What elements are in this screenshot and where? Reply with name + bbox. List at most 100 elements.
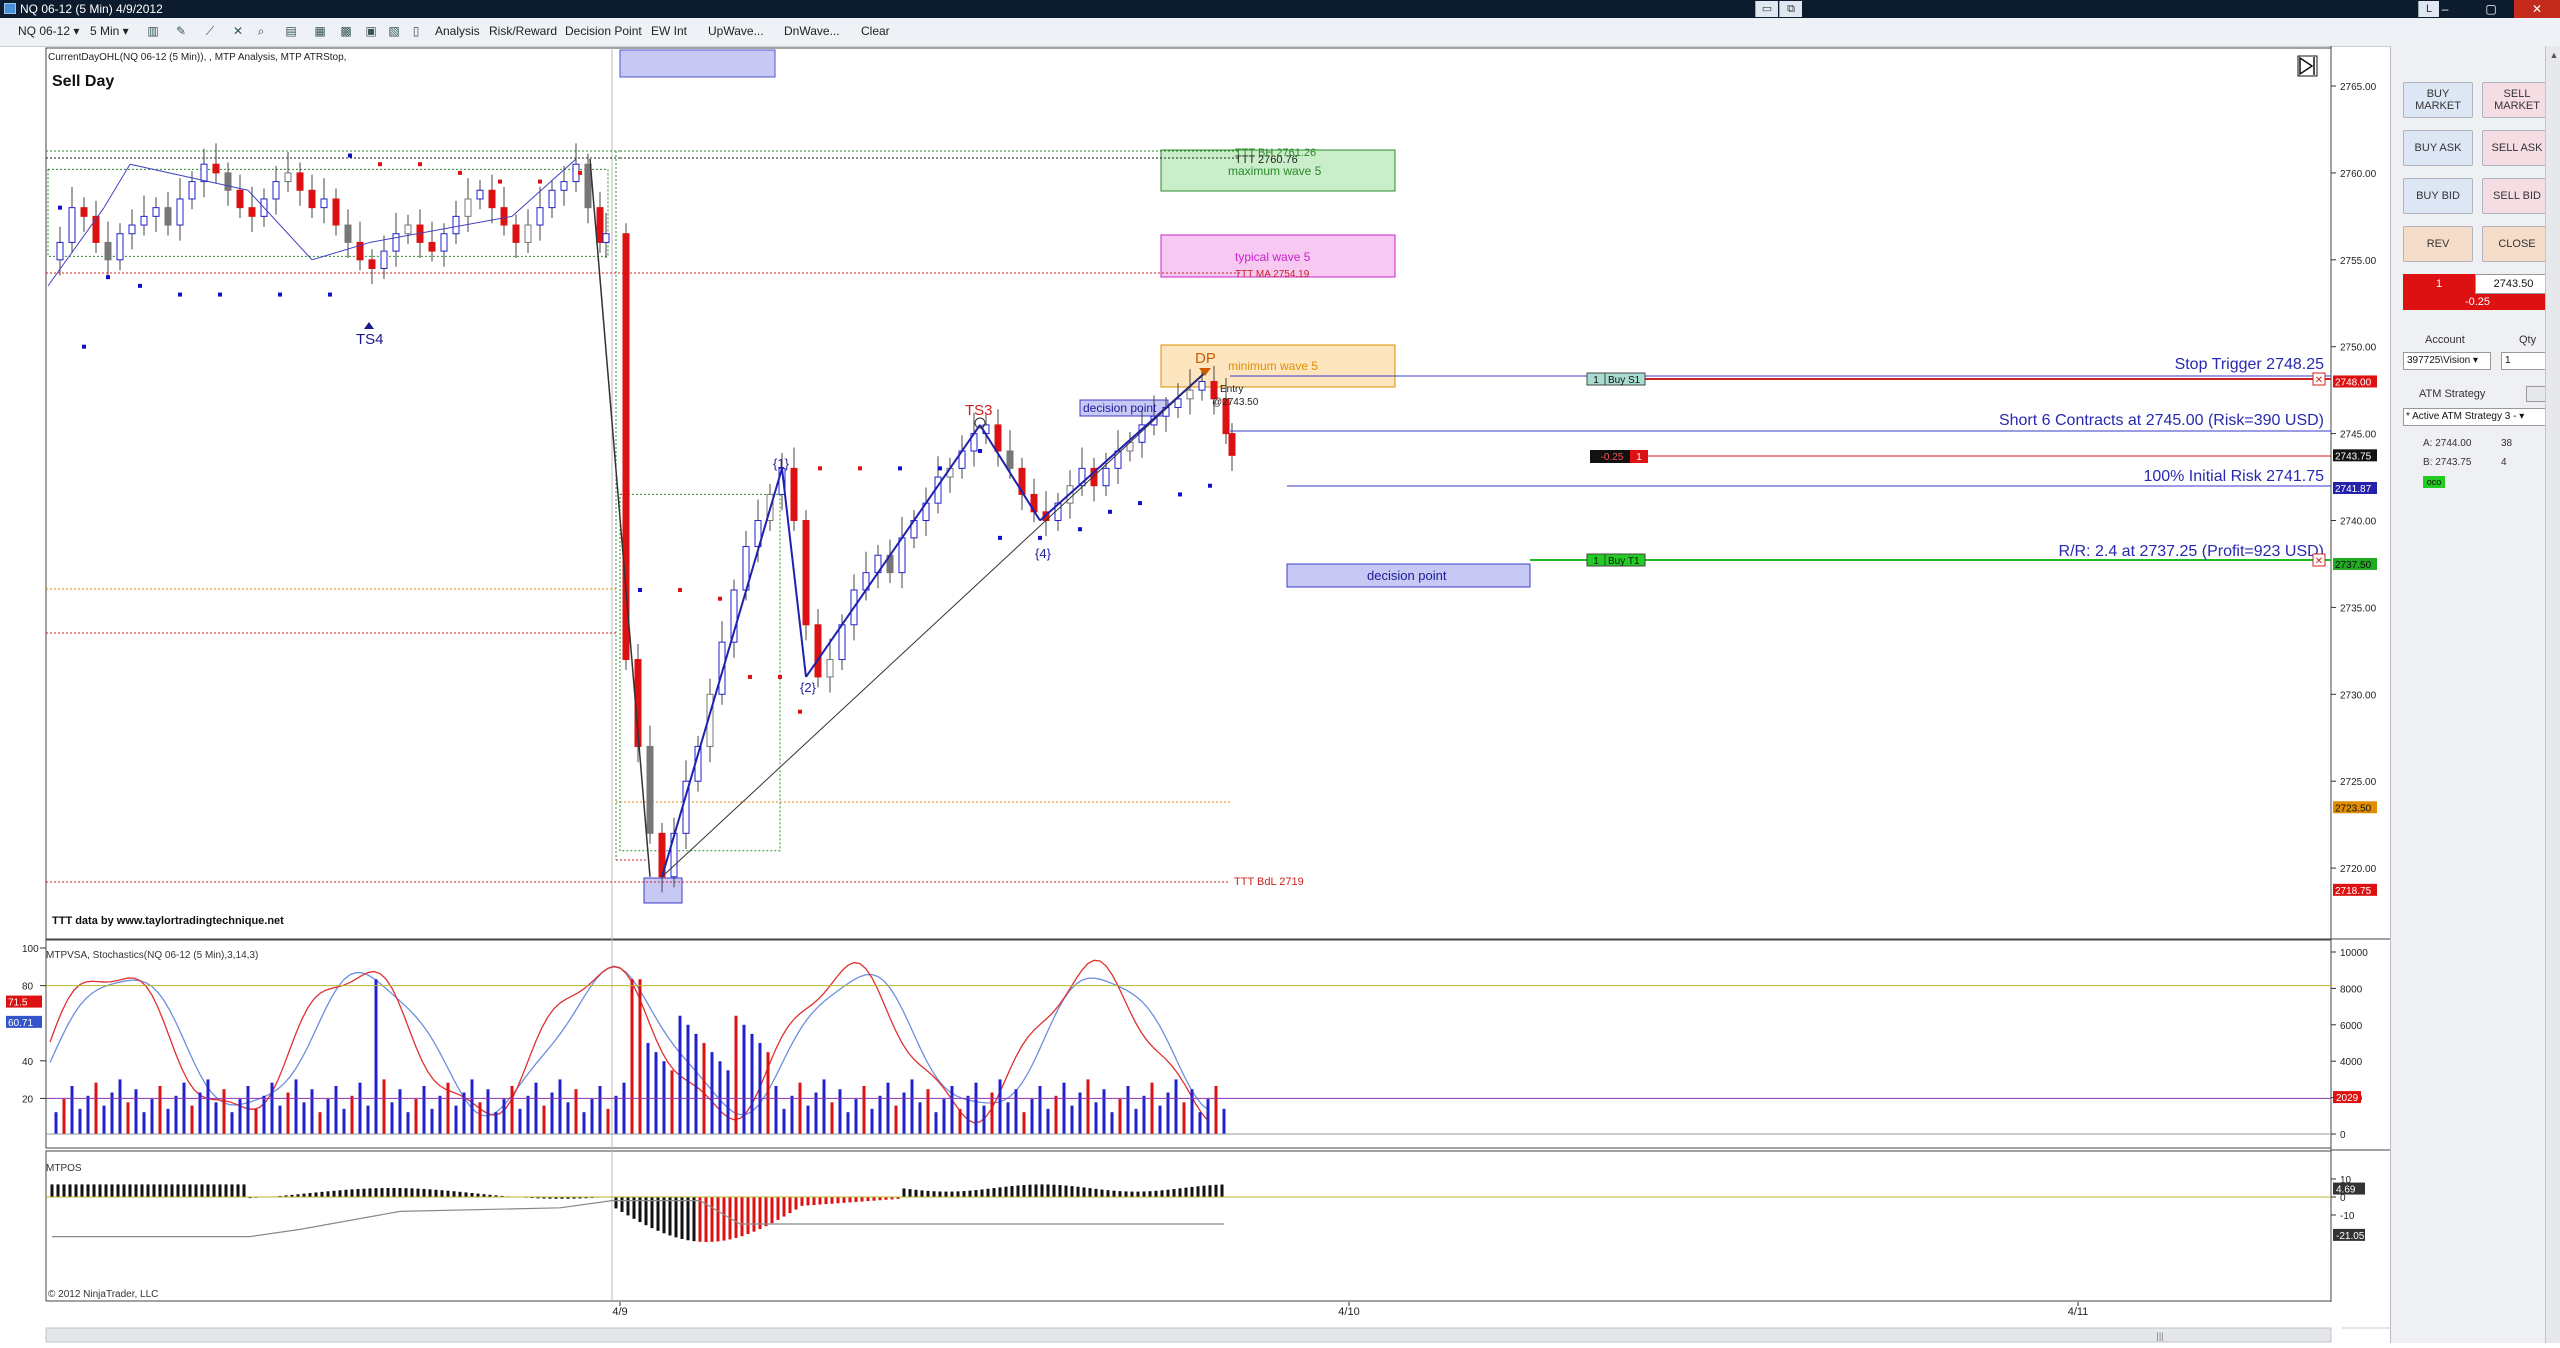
- toolbar-upwave[interactable]: UpWave...: [708, 24, 764, 38]
- window-title: NQ 06-12 (5 Min) 4/9/2012: [20, 2, 163, 16]
- candle-body: [212, 163, 220, 174]
- cancel-target-glyph: ✕: [2315, 556, 2323, 567]
- candle-body: [802, 520, 810, 626]
- sell-day-label: Sell Day: [52, 73, 114, 90]
- atr-stop-dot: [818, 466, 822, 471]
- bar-type-icon[interactable]: ▥: [145, 23, 161, 39]
- maximize-button[interactable]: ▢: [2468, 0, 2514, 18]
- snapshot-icon[interactable]: ▯: [408, 23, 424, 39]
- stoch-axis-label: 80: [22, 982, 34, 993]
- chart-trader-icon[interactable]: ▧: [386, 23, 402, 39]
- sell-ask-button[interactable]: SELL ASK: [2482, 130, 2552, 166]
- interval-selector[interactable]: 5 Min ▾: [90, 24, 129, 38]
- candle-body: [392, 233, 400, 252]
- candle-body: [1198, 380, 1206, 391]
- scroll-up-icon[interactable]: ▲: [2546, 50, 2560, 60]
- toolbar-analysis[interactable]: Analysis: [435, 24, 480, 38]
- toolbar-decision-point[interactable]: Decision Point: [565, 24, 642, 38]
- chart-toolbar: NQ 06-12 ▾ 5 Min ▾ ▥ ✎ ⟋ ✕ ⌕ ▤ ▦ ▩ ▣ ▧ ▯…: [0, 18, 2560, 47]
- buy-bid-button[interactable]: BUY BID: [2403, 178, 2473, 214]
- candle-body: [1186, 389, 1194, 400]
- candle-body: [826, 659, 834, 678]
- price-tag-stop-text: 2748.00: [2335, 377, 2372, 388]
- candle-body: [1126, 441, 1134, 452]
- chart-area[interactable]: CurrentDayOHL(NQ 06-12 (5 Min)), , MTP A…: [0, 46, 2390, 1343]
- osc-axis-label: -10: [2340, 1211, 2355, 1222]
- candle-body: [92, 215, 100, 243]
- price-label: 2735.00: [2340, 603, 2377, 614]
- atr-stop-dot: [498, 179, 502, 184]
- atr-stop-dot: [578, 170, 582, 175]
- target-order-qty: 1: [1593, 556, 1599, 567]
- max-wave5-label: maximum wave 5: [1228, 164, 1322, 178]
- atr-stop-dot: [998, 535, 1002, 540]
- reverse-button[interactable]: REV: [2403, 226, 2473, 262]
- time-label-0: 4/9: [612, 1306, 627, 1318]
- candle-body: [814, 624, 822, 678]
- candle-body: [596, 207, 604, 243]
- indicators-icon[interactable]: ▦: [312, 23, 328, 39]
- side-scrollbar[interactable]: ▲: [2545, 46, 2560, 1343]
- close-position-button[interactable]: CLOSE: [2482, 226, 2552, 262]
- atr-stop-dot: [858, 466, 862, 471]
- wave1-label: {1}: [773, 456, 790, 471]
- atr-stop-dot: [1038, 535, 1042, 540]
- close-window-button[interactable]: ✕: [2514, 0, 2560, 18]
- stoch-axis-label: 20: [22, 1094, 34, 1105]
- candle-body: [548, 189, 556, 209]
- atm-strategy-value: * Active ATM Strategy 3 -: [2406, 411, 2520, 422]
- osc-tag-text: 4.69: [2336, 1185, 2356, 1196]
- wave2-label: {2}: [800, 680, 817, 695]
- account-select[interactable]: 397725\Vision ▾: [2403, 352, 2491, 370]
- price-chart[interactable]: CurrentDayOHL(NQ 06-12 (5 Min)), , MTP A…: [0, 46, 2390, 1343]
- account-value: 397725\Vision: [2407, 355, 2471, 366]
- ts3-label: TS3: [965, 402, 993, 419]
- atr-stop-dot: [1078, 527, 1082, 532]
- drawing-tools-icon[interactable]: ⟋: [202, 23, 218, 39]
- stoch-tag-text: 60.71: [8, 1018, 33, 1029]
- volume-axis-label: 6000: [2340, 1021, 2363, 1032]
- price-tag-bdl-text: 2718.75: [2335, 886, 2372, 897]
- zoom-icon[interactable]: ⌕: [253, 23, 269, 39]
- candle-body: [80, 207, 88, 217]
- buy-ask-button[interactable]: BUY ASK: [2403, 130, 2473, 166]
- crosshair-icon[interactable]: ✕: [230, 23, 246, 39]
- oco-toggle[interactable]: oco: [2423, 476, 2445, 488]
- instrument-selector[interactable]: NQ 06-12 ▾: [18, 24, 79, 38]
- volume-tag-text: 2029: [2336, 1093, 2359, 1104]
- candle-body: [224, 172, 232, 191]
- horizontal-scrollbar[interactable]: [45, 1327, 2332, 1343]
- toolbar-clear[interactable]: Clear: [861, 24, 890, 38]
- sell-market-button[interactable]: SELL MARKET: [2482, 82, 2552, 118]
- chart-trader-panel: BUY MARKET SELL MARKET BUY ASK SELL ASK …: [2390, 46, 2560, 1343]
- volume-axis-label: 4000: [2340, 1057, 2363, 1068]
- stoch-tag-text: 71.5: [8, 998, 28, 1009]
- price-tags: 2748.00 2743.75 2741.87 2737.50 2723.50 2718.…: [2333, 375, 2377, 897]
- scroll-grip: |||: [2156, 1331, 2163, 1341]
- short-entry-label: Short 6 Contracts at 2745.00 (Risk=390 U…: [1999, 412, 2324, 429]
- bid-size: 4: [2501, 457, 2507, 468]
- candle-body: [128, 224, 136, 235]
- atr-stop-dot: [418, 162, 422, 167]
- data-box-icon[interactable]: ▣: [363, 23, 379, 39]
- atm-strategy-select[interactable]: * Active ATM Strategy 3 - ▾: [2403, 408, 2553, 426]
- pencil-icon[interactable]: ✎: [173, 23, 189, 39]
- strategies-icon[interactable]: ▩: [338, 23, 354, 39]
- buy-market-button[interactable]: BUY MARKET: [2403, 82, 2473, 118]
- toolbar-ew-int[interactable]: EW Int: [651, 24, 687, 38]
- minimize-button[interactable]: –: [2422, 0, 2468, 18]
- toolbar-dnwave[interactable]: DnWave...: [784, 24, 840, 38]
- typical-wave5-label: typical wave 5: [1235, 250, 1311, 264]
- candle-body: [536, 207, 544, 226]
- tile-icon[interactable]: ▭: [1755, 1, 1778, 17]
- osc-tag-text: -21.05: [2336, 1231, 2365, 1242]
- sell-bid-button[interactable]: SELL BID: [2482, 178, 2552, 214]
- candle-body: [584, 163, 592, 209]
- popout-icon[interactable]: ⧉: [1779, 1, 1802, 17]
- stoch-axis-label: 100: [22, 944, 39, 955]
- toolbar-risk-reward[interactable]: Risk/Reward: [489, 24, 557, 38]
- atr-stop-dot: [178, 292, 182, 297]
- stochastics-header: MTPVSA, Stochastics(NQ 06-12 (5 Min),3,1…: [46, 950, 258, 961]
- ask-size: 38: [2501, 438, 2513, 449]
- properties-icon[interactable]: ▤: [283, 23, 299, 39]
